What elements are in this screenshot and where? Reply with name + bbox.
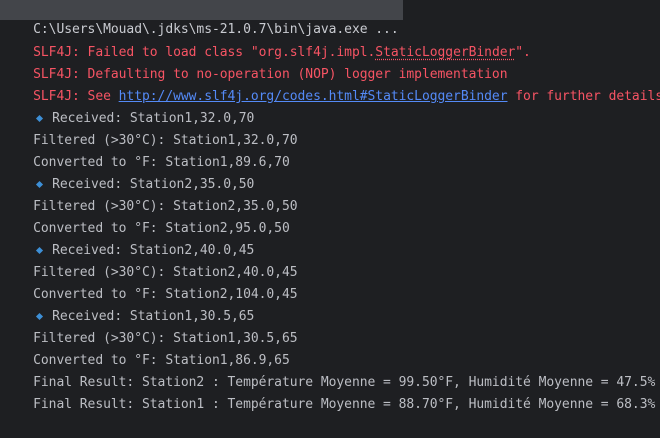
output-line-filtered: Filtered (>30°C): Station2,35.0,50: [2, 174, 298, 196]
slf4j-see-end: for further details.: [508, 89, 660, 104]
output-line-received: Received: Station2,35.0,50: [2, 152, 254, 174]
output-line-final-result: Final Result: Station1 : Température Moy…: [2, 372, 655, 394]
output-line-received: Received: Station1,32.0,70: [2, 86, 254, 108]
output-line-converted: Converted to °F: Station1,89.6,70: [2, 130, 290, 152]
slf4j-see-line: SLF4J: See http://www.slf4j.org/codes.ht…: [2, 64, 660, 86]
output-line-converted: Converted to °F: Station2,104.0,45: [2, 262, 298, 284]
output-line-converted: Converted to °F: Station2,95.0,50: [2, 196, 290, 218]
output-line-received: Received: Station2,40.0,45: [2, 218, 254, 240]
output-line-filtered: Filtered (>30°C): Station1,30.5,65: [2, 306, 298, 328]
output-line-received: Received: Station1,30.5,65: [2, 284, 254, 306]
output-line-filtered: Filtered (>30°C): Station1,32.0,70: [2, 108, 298, 130]
slf4j-failed-end: ".: [515, 45, 531, 60]
slf4j-failed-line: SLF4J: Failed to load class "org.slf4j.i…: [2, 20, 531, 42]
run-console: C:\Users\Mouad\.jdks\ms-21.0.7\bin\java.…: [0, 0, 660, 404]
output-text: Final Result: Station1 : Température Moy…: [33, 397, 655, 412]
command-line[interactable]: C:\Users\Mouad\.jdks\ms-21.0.7\bin\java.…: [0, 0, 403, 20]
slf4j-defaulting-line: SLF4J: Defaulting to no-operation (NOP) …: [2, 42, 508, 64]
output-line-converted: Converted to °F: Station1,86.9,65: [2, 328, 290, 350]
output-line-final-result: Final Result: Station2 : Température Moy…: [2, 350, 655, 372]
output-line-filtered: Filtered (>30°C): Station2,40.0,45: [2, 240, 298, 262]
